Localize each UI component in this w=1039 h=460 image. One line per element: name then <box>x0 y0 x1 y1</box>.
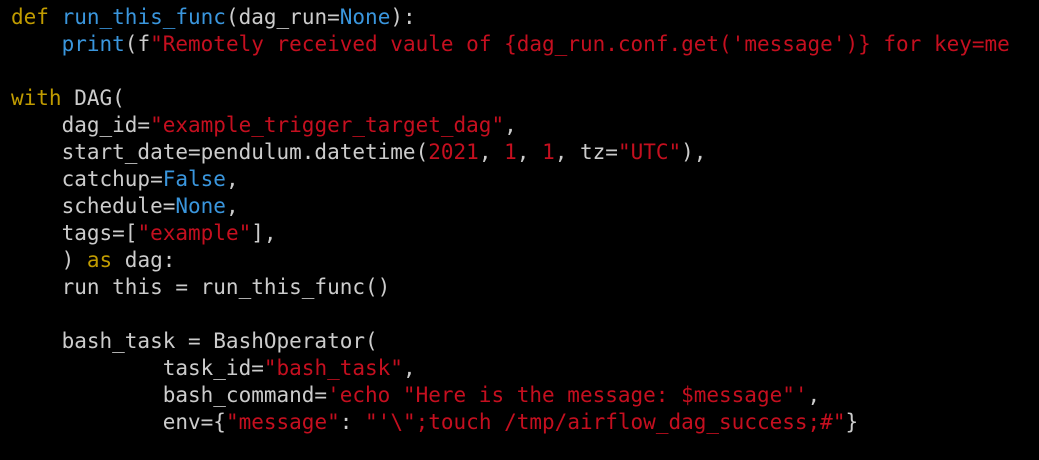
code-token-keyword: with <box>11 86 62 110</box>
code-line: bash_task = BashOperator( <box>11 328 378 355</box>
code-token: , <box>402 356 416 380</box>
code-token: , <box>504 113 517 137</box>
code-token-number: 2021 <box>428 140 479 164</box>
code-token: , <box>478 140 505 164</box>
code-token-function: run_this_func <box>61 5 226 29</box>
code-token-keyword: as <box>86 248 113 272</box>
code-line: start_date=pendulum.datetime(2021, 1, 1,… <box>11 139 707 166</box>
code-token: , <box>807 383 821 407</box>
code-token: bash_command= <box>11 383 328 407</box>
code-token: (dag_run= <box>225 5 340 29</box>
code-token: ) <box>11 248 87 272</box>
code-token: task_id= <box>11 356 264 380</box>
code-line: with DAG( <box>11 85 125 112</box>
code-token: catchup= <box>11 167 163 191</box>
terminal-code-view: def run_this_func(dag_run=None): print(f… <box>0 0 1039 460</box>
code-token-string: "UTC" <box>617 140 682 164</box>
code-token: ), <box>681 140 707 164</box>
code-line: tags=["example"], <box>11 220 277 247</box>
code-token-string: "bash_task" <box>263 356 403 380</box>
code-token-constant: None <box>175 194 226 218</box>
code-token: ], <box>251 221 277 245</box>
code-line: run this = run_this_func() <box>11 274 391 301</box>
code-token: dag_id= <box>11 113 151 137</box>
code-line: bash_command='echo "Here is the message:… <box>11 382 820 409</box>
code-token: ): <box>390 5 416 29</box>
code-token-string: "'\";touch /tmp/airflow_dag_success;#" <box>365 410 846 434</box>
code-token: schedule= <box>11 194 176 218</box>
code-token: : <box>339 410 366 434</box>
code-token-string: "example" <box>137 221 252 245</box>
code-token-number: 1 <box>542 140 555 164</box>
code-token-string: 'echo "Here is the message: $message"' <box>327 383 808 407</box>
code-token: (f <box>124 32 151 56</box>
code-line: schedule=None, <box>11 193 239 220</box>
code-token: dag: <box>112 248 176 272</box>
code-token-string: "Remotely received vaule of {dag_run.con… <box>150 32 1010 56</box>
code-token-constant: False <box>162 167 226 191</box>
code-token-number: 1 <box>504 140 517 164</box>
code-token: run this = run_this_func() <box>11 275 391 299</box>
code-line: task_id="bash_task", <box>11 355 416 382</box>
code-line: dag_id="example_trigger_target_dag", <box>11 112 517 139</box>
code-token: } <box>845 410 859 434</box>
code-token-constant: None <box>339 5 391 29</box>
code-line: catchup=False, <box>11 166 239 193</box>
code-token: DAG( <box>61 86 125 110</box>
code-line: env={"message": "'\";touch /tmp/airflow_… <box>11 409 858 436</box>
code-token-string: "message" <box>225 410 340 434</box>
code-token-keyword: def <box>11 5 49 29</box>
code-token-string: "example_trigger_target_dag" <box>150 113 505 137</box>
code-line: def run_this_func(dag_run=None): <box>11 4 416 31</box>
code-token: env={ <box>11 410 226 434</box>
code-token: bash_task = BashOperator( <box>11 329 378 353</box>
code-line: ) as dag: <box>11 247 176 274</box>
code-token-builtin: print <box>61 32 125 56</box>
code-token: , <box>516 140 543 164</box>
code-token: tags=[ <box>11 221 138 245</box>
code-token: , tz= <box>554 140 618 164</box>
code-token: start_date=pendulum.datetime( <box>11 140 429 164</box>
code-line: print(f"Remotely received vaule of {dag_… <box>11 31 1010 58</box>
code-token: , <box>225 194 239 218</box>
code-token: , <box>225 167 239 191</box>
